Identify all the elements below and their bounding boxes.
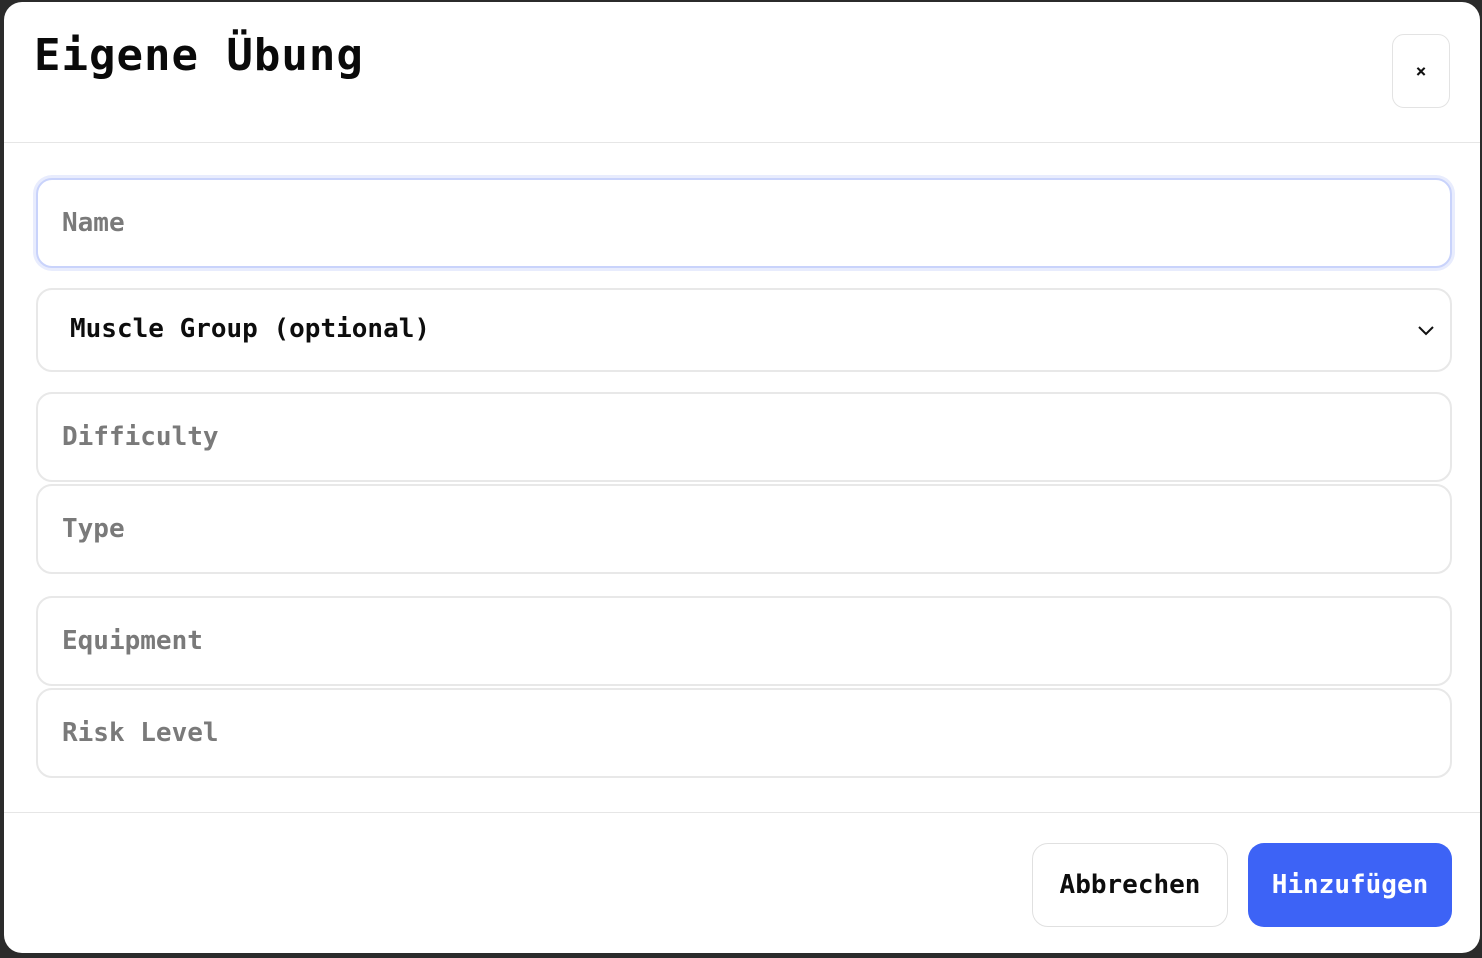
equipment-input[interactable] <box>36 596 1452 686</box>
risk-level-input[interactable] <box>36 688 1452 778</box>
close-button[interactable]: × <box>1392 34 1450 108</box>
name-input[interactable] <box>36 178 1452 268</box>
muscle-group-selected-value: Muscle Group (optional) <box>70 314 431 344</box>
dialog-title: Eigene Übung <box>34 30 364 81</box>
difficulty-input[interactable] <box>36 392 1452 482</box>
cancel-button[interactable]: Abbrechen <box>1032 843 1228 927</box>
type-input[interactable] <box>36 484 1452 574</box>
add-button[interactable]: Hinzufügen <box>1248 843 1452 927</box>
chevron-down-icon <box>1418 326 1434 336</box>
muscle-group-select[interactable]: Muscle Group (optional) <box>36 288 1452 372</box>
dialog-header: Eigene Übung × <box>4 2 1480 143</box>
custom-exercise-dialog: Eigene Übung × Muscle Group (optional) A… <box>4 2 1480 953</box>
dialog-footer: Abbrechen Hinzufügen <box>4 812 1480 953</box>
close-icon: × <box>1415 60 1427 82</box>
